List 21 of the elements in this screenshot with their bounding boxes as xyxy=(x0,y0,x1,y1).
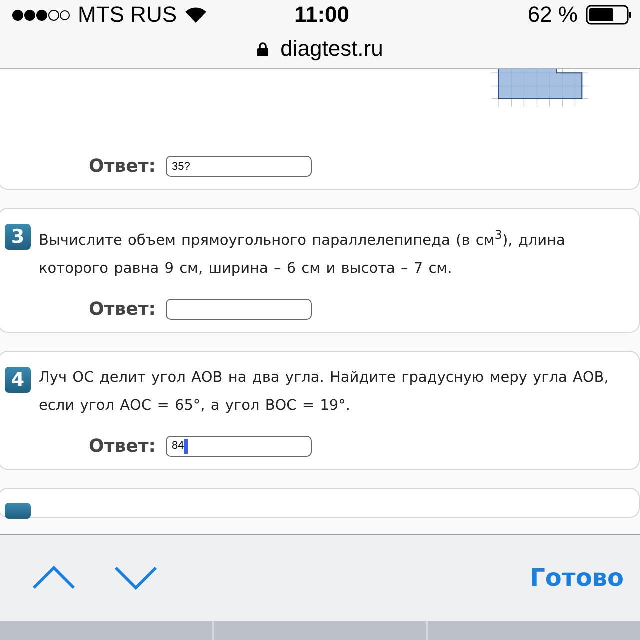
wifi-icon xyxy=(185,7,207,23)
question-number: 4 xyxy=(5,366,31,393)
battery-percent: 62 % xyxy=(528,2,578,28)
question-number: 3 xyxy=(5,224,31,250)
answer-field[interactable]: 84 xyxy=(166,436,312,457)
answer-field[interactable] xyxy=(166,298,312,320)
battery-icon xyxy=(586,5,632,25)
question-text: Луч ОС делит угол АОВ на два угла. Найдите градусную меру угла АОВ, если угол АОС = 65°, а угол ВОС = 19°. xyxy=(39,368,610,416)
signal-icon xyxy=(12,8,70,22)
chevron-up-icon[interactable] xyxy=(32,566,76,590)
answer-label: Ответ: xyxy=(89,436,156,457)
answer-field[interactable]: 35? xyxy=(166,156,312,177)
done-button[interactable]: Готово xyxy=(530,564,624,592)
chevron-down-icon[interactable] xyxy=(114,566,158,590)
clock-time: 11:00 xyxy=(294,2,350,28)
answer-label: Ответ: xyxy=(89,298,156,320)
page-address[interactable]: diagtest.ru xyxy=(280,36,384,62)
carrier-name: MTS RUS xyxy=(78,2,177,28)
question-number xyxy=(5,502,31,519)
answer-label: Ответ: xyxy=(89,156,156,177)
question-text: Вычислите объем прямоугольного параллелепипеда (в см$^{3}$), длина которого равна 9 см, ширина – 6 см и высота – 7 см. xyxy=(39,227,566,279)
